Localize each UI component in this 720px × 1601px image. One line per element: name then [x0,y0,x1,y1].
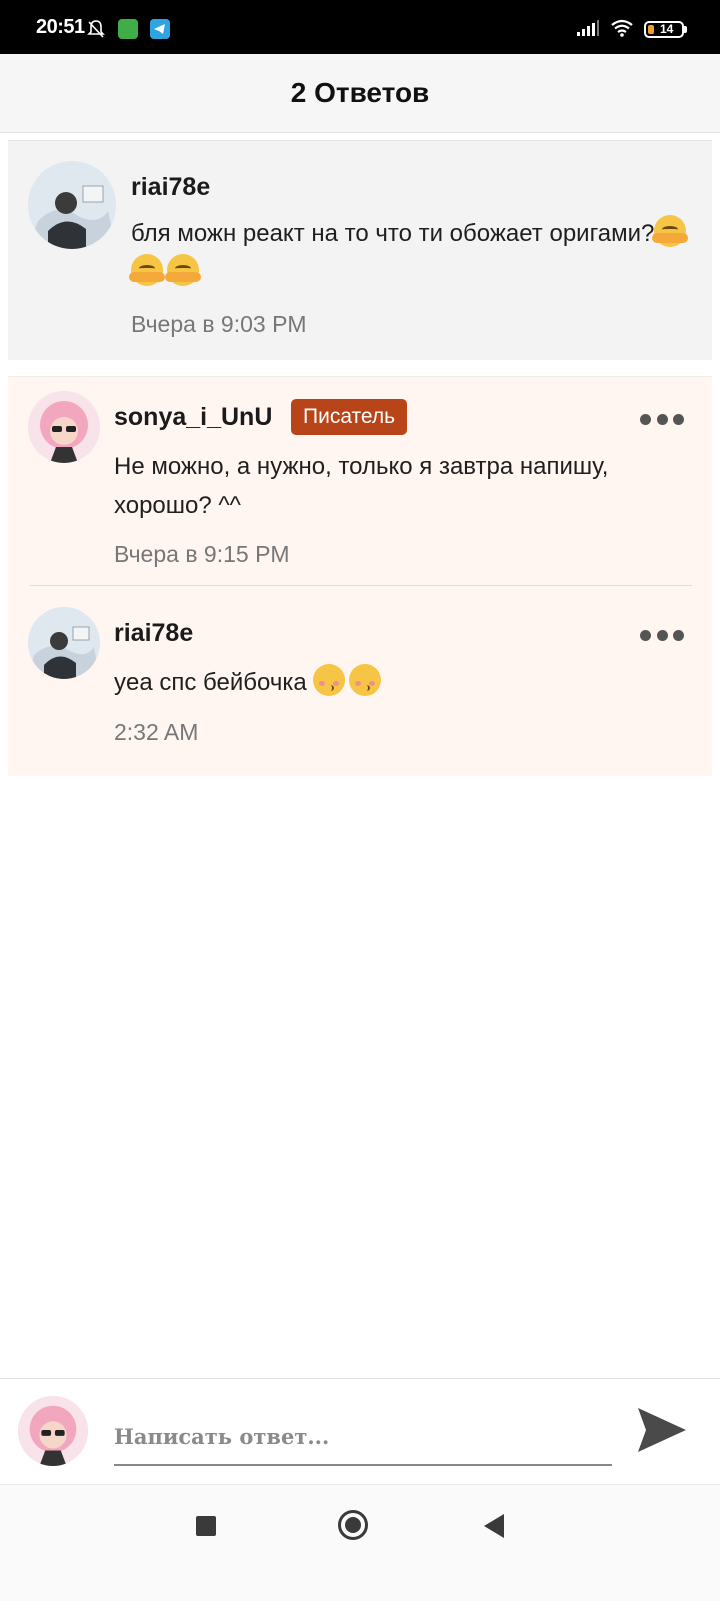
dot [640,413,651,425]
telegram-icon [150,19,170,39]
status-time: 20:51 [36,16,85,38]
dot [673,413,684,425]
reply-input[interactable] [114,1410,612,1466]
more-options-icon[interactable] [640,409,684,429]
dot [656,629,668,641]
dot [656,413,668,425]
kissing-face-emoji [349,664,382,696]
writer-badge: Писатель [291,399,408,435]
hugging-face-emoji [652,215,689,247]
comment-time: Вчера в 9:03 PM [131,311,307,337]
battery-nub [684,26,687,33]
replies-container: sonya_i_UnU Писатель Не можно, а нужно, … [8,376,712,776]
send-icon[interactable] [636,1404,688,1456]
status-bar: 20:51 14 [0,0,720,54]
reply-text: Не можно, а нужно, только я завтра напиш… [114,453,609,519]
reply-username[interactable]: sonya_i_UnU [114,403,272,432]
original-comment: riai78e бля можн реакт на то что ти обож… [8,140,712,360]
hugging-face-emoji [129,254,165,286]
back-icon[interactable] [484,1514,504,1538]
dot [673,629,684,641]
more-options-icon[interactable] [640,625,684,645]
battery-icon: 14 [644,21,684,38]
bell-off-icon [87,20,105,38]
comment-text: бля можн реакт на то что ти обожает ориг… [129,214,691,292]
avatar[interactable] [28,161,116,249]
avatar-image [28,161,116,249]
wifi-icon [611,19,633,37]
dot [640,629,651,641]
avatar[interactable] [28,607,100,679]
reply-time: Вчера в 9:15 PM [114,541,290,567]
avatar-image [28,607,100,679]
reply-username[interactable]: riai78e [114,619,193,648]
current-user-avatar[interactable] [18,1396,88,1466]
avatar-image [28,391,100,463]
battery-level: 14 [660,22,674,36]
comment-username[interactable]: riai78e [131,173,210,202]
page-header: 2 Ответов [0,54,720,133]
reply-time: 2:32 AM [114,719,199,745]
reply-text-content: yea спс бейбочка [114,669,307,696]
recent-apps-icon[interactable] [196,1516,216,1536]
battery-fill [648,25,654,34]
reply-text: yea спс бейбочка [114,663,684,702]
comment-text-content: бля можн реакт на то что ти обожает ориг… [131,220,655,247]
avatar[interactable] [28,391,100,463]
signal-icon [577,20,599,36]
divider [30,585,692,586]
kissing-face-emoji [313,664,346,696]
android-app-icon [118,19,138,39]
hugging-face-emoji [165,254,201,286]
home-icon[interactable] [338,1510,368,1540]
page-title: 2 Ответов [290,77,430,108]
avatar-image [18,1396,88,1466]
system-nav-bar [0,1484,720,1601]
